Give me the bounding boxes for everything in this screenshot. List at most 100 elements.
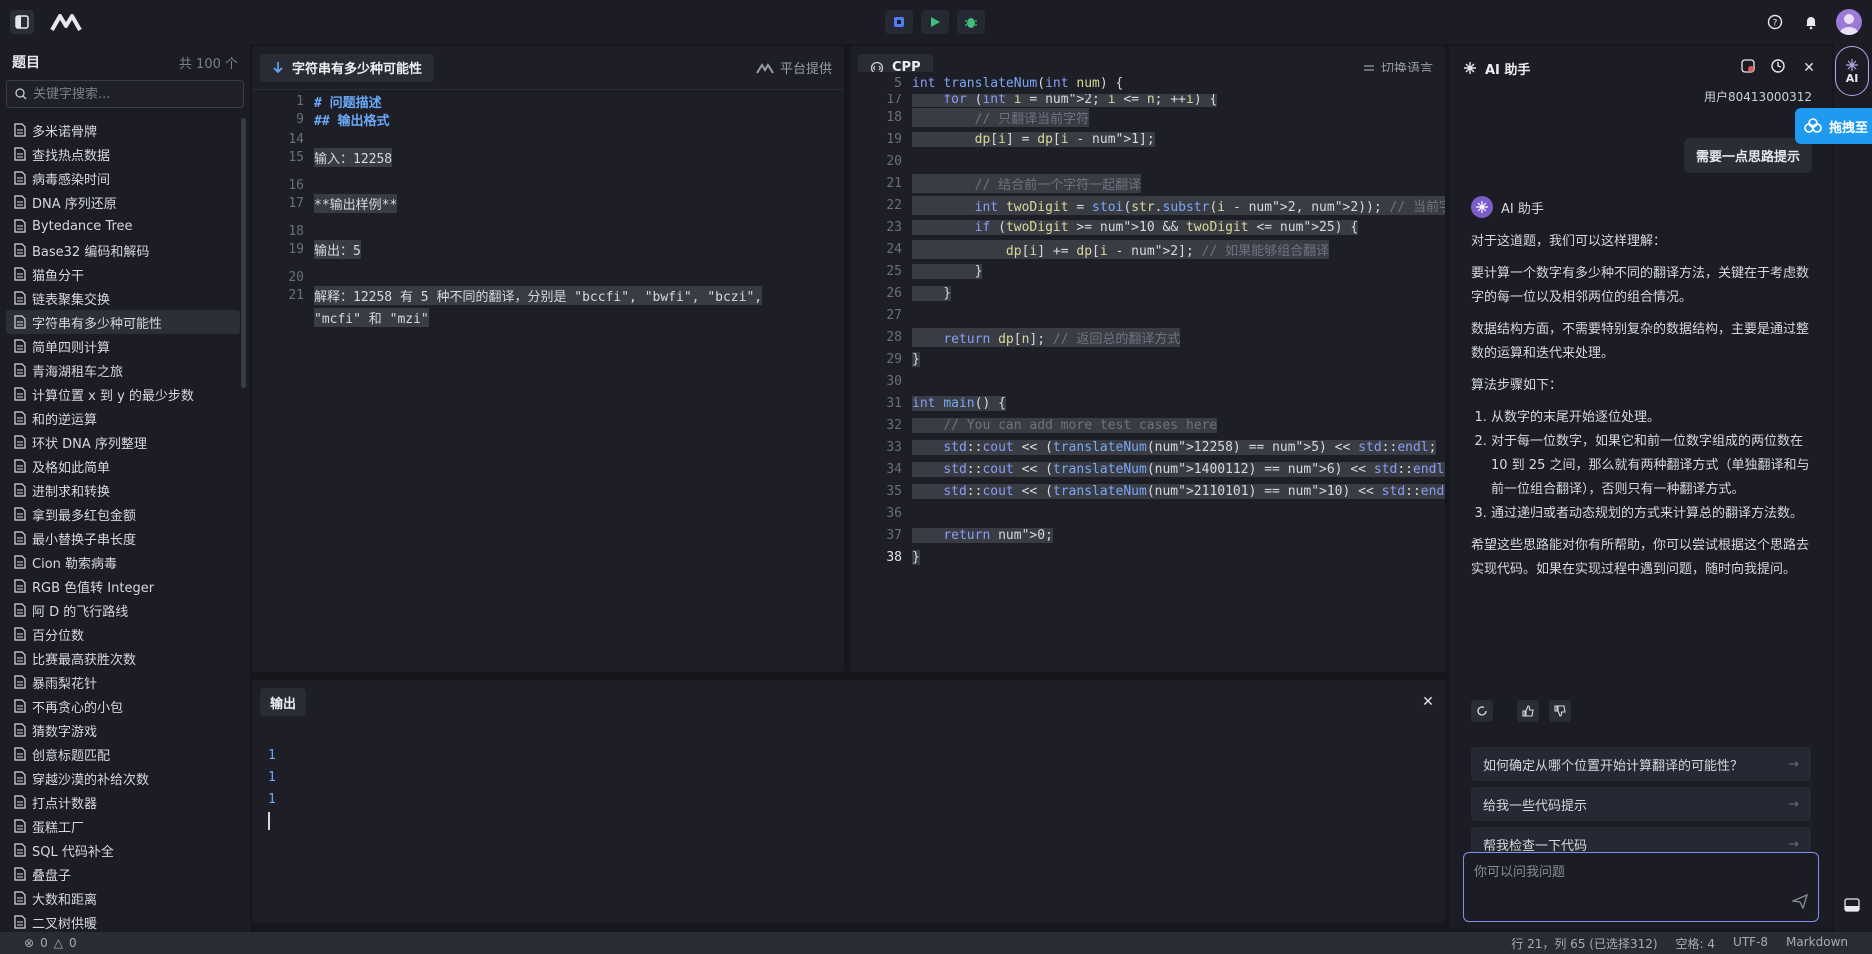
problem-item[interactable]: 百分位数 (6, 622, 240, 646)
description-editor[interactable]: 1 # 问题描述 9 ## 输出格式 14 15 输入：12258 16 17 **输出样例** 1… (252, 90, 844, 670)
problem-item[interactable]: 最小替换子串长度 (6, 526, 240, 550)
sidebar-toggle-icon[interactable] (10, 10, 34, 34)
assistant-message: 对于这道题，我们可以这样理解： 要计算一个数字有多少种不同的翻译方法，关键在于考… (1471, 230, 1811, 590)
document-icon (14, 651, 26, 665)
code-line: 23 if (twoDigit >= num">10 && twoDigit <… (850, 216, 1445, 238)
ai-title: AI 助手 (1485, 62, 1531, 78)
ai-step: 从数字的末尾开始逐位处理。 (1491, 406, 1811, 430)
ai-input[interactable] (1474, 861, 1808, 901)
problem-item[interactable]: 猫鱼分干 (6, 262, 240, 286)
ai-paragraph: 数据结构方面，不需要特别复杂的数据结构，主要是通过整数的运算和迭代来处理。 (1471, 322, 1810, 361)
send-icon[interactable] (1790, 893, 1809, 913)
panel-layout-icon[interactable] (1844, 898, 1860, 916)
problem-item[interactable]: DNA 序列还原 (6, 190, 240, 214)
document-icon (14, 795, 26, 809)
problem-item[interactable]: 多米诺骨牌 (6, 118, 240, 142)
code-line: 28 return dp[n]; // 返回总的翻译方式 (850, 326, 1445, 348)
problem-item[interactable]: 青海湖租车之旅 (6, 358, 240, 382)
regenerate-icon[interactable] (1471, 700, 1493, 722)
cursor-position[interactable]: 行 21，列 65 (已选择312) (1511, 935, 1657, 952)
suggestion-item[interactable]: 给我一些代码提示 → (1471, 787, 1811, 821)
code-line: 18 // 只翻译当前字符 (850, 106, 1445, 128)
provider-label: 平台提供 (779, 62, 832, 77)
thumbs-up-icon[interactable] (1517, 700, 1539, 722)
play-icon[interactable] (921, 10, 949, 34)
close-output-icon[interactable]: ✕ (1419, 693, 1437, 711)
problem-list-scrollbar[interactable] (241, 118, 246, 388)
problem-item[interactable]: 阿 D 的飞行路线 (6, 598, 240, 622)
code-text: // 只翻译当前字符 (912, 107, 1090, 127)
problem-item[interactable]: 打点计数器 (6, 790, 240, 814)
problem-item-label: 查找热点数据 (32, 148, 111, 164)
problem-item[interactable]: 穿越沙漠的补给次数 (6, 766, 240, 790)
drag-label: 拖拽至 (1829, 120, 1869, 136)
problem-item[interactable]: 拿到最多红包金额 (6, 502, 240, 526)
search-input[interactable] (33, 86, 233, 102)
problem-item[interactable]: 和的逆运算 (6, 406, 240, 430)
problems-indicator[interactable]: ⊗ 0 △ 0 (24, 936, 77, 950)
close-ai-icon[interactable]: ✕ (1800, 59, 1818, 77)
problem-item[interactable]: 叠盘子 (6, 862, 240, 886)
line-number: 19 (886, 131, 902, 147)
problem-item[interactable]: 猜数字游戏 (6, 718, 240, 742)
bug-icon[interactable] (957, 10, 985, 34)
problem-list-panel: 题目 共 100 个 多米诺骨牌查找热点数据病毒感染时间 DNA 序列还原 Byte… (0, 44, 250, 932)
problem-item[interactable]: 比赛最高获胜次数 (6, 646, 240, 670)
problem-item[interactable]: 进制求和转换 (6, 478, 240, 502)
code-editor[interactable]: 17 for (int i = num">2; i <= n; ++i) {18… (850, 72, 1445, 670)
problem-item-label: 计算位置 x 到 y 的最少步数 (32, 388, 194, 404)
problem-item[interactable]: RGB 色值转 Integer (6, 574, 240, 598)
indent-setting[interactable]: 空格: 4 (1676, 935, 1716, 952)
problem-item-label: 阿 D 的飞行路线 (32, 604, 129, 620)
problem-item[interactable]: 环状 DNA 序列整理 (6, 430, 240, 454)
problem-item[interactable]: 蛋糕工厂 (6, 814, 240, 838)
drag-to-badge[interactable]: 拖拽至 (1795, 108, 1872, 144)
search-box[interactable] (6, 80, 244, 108)
problem-item[interactable]: Cion 勒索病毒 (6, 550, 240, 574)
user-name: 用户80413000312 (1704, 90, 1812, 104)
stop-icon[interactable] (885, 10, 913, 34)
document-icon (14, 267, 26, 281)
code-line: 36 (850, 502, 1445, 524)
problem-item[interactable]: 查找热点数据 (6, 142, 240, 166)
problem-item[interactable]: Bytedance Tree (6, 214, 240, 238)
history-icon[interactable] (1770, 58, 1786, 78)
help-icon[interactable]: ? (1764, 11, 1786, 33)
ai-step: 通过递归或者动态规划的方式来计算总的翻译方法数。 (1491, 502, 1811, 526)
code-text: } (912, 549, 920, 565)
problem-item[interactable]: 简单四则计算 (6, 334, 240, 358)
language-mode[interactable]: Markdown (1786, 935, 1848, 952)
ai-input-box[interactable] (1463, 852, 1819, 922)
bell-icon[interactable] (1800, 11, 1822, 33)
tab-output[interactable]: 输出 (260, 688, 307, 716)
document-icon (14, 507, 26, 521)
problem-item[interactable]: 及格如此简单 (6, 454, 240, 478)
problem-item[interactable]: 字符串有多少种可能性 (6, 310, 240, 334)
line-number: 15 (288, 149, 304, 165)
problem-item[interactable]: 暴雨梨花针 (6, 670, 240, 694)
document-icon (14, 243, 26, 257)
document-icon (14, 603, 26, 617)
problem-item[interactable]: 计算位置 x 到 y 的最少步数 (6, 382, 240, 406)
ai-paragraph: 算法步骤如下： (1471, 378, 1563, 393)
problem-item[interactable]: Base32 编码和解码 (6, 238, 240, 262)
problem-item[interactable]: SQL 代码补全 (6, 838, 240, 862)
line-number: 34 (886, 461, 902, 477)
problem-item[interactable]: 二叉树供暖 (6, 910, 240, 932)
code-text: return num">0; (912, 527, 1053, 543)
problem-item[interactable]: 不再贪心的小包 (6, 694, 240, 718)
encoding[interactable]: UTF-8 (1733, 935, 1768, 952)
output-line: 1 (268, 747, 276, 763)
ai-fab-button[interactable]: AI (1835, 46, 1869, 96)
problem-item[interactable]: 大数和距离 (6, 886, 240, 910)
thumbs-down-icon[interactable] (1549, 700, 1571, 722)
problem-item[interactable]: 病毒感染时间 (6, 166, 240, 190)
ai-assistant-panel: AI 助手 ✕ 用户80413000312 需要一点思路提示 AI 助手 对于这… (1449, 46, 1832, 928)
avatar[interactable] (1836, 9, 1862, 35)
line-number: 1 (296, 93, 304, 109)
tab-description[interactable]: 字符串有多少种可能性 (260, 53, 435, 82)
new-chat-icon[interactable] (1740, 58, 1756, 78)
problem-item[interactable]: 链表聚集交换 (6, 286, 240, 310)
problem-item[interactable]: 创意标题匹配 (6, 742, 240, 766)
suggestion-item[interactable]: 如何确定从哪个位置开始计算翻译的可能性？ → (1471, 747, 1811, 781)
